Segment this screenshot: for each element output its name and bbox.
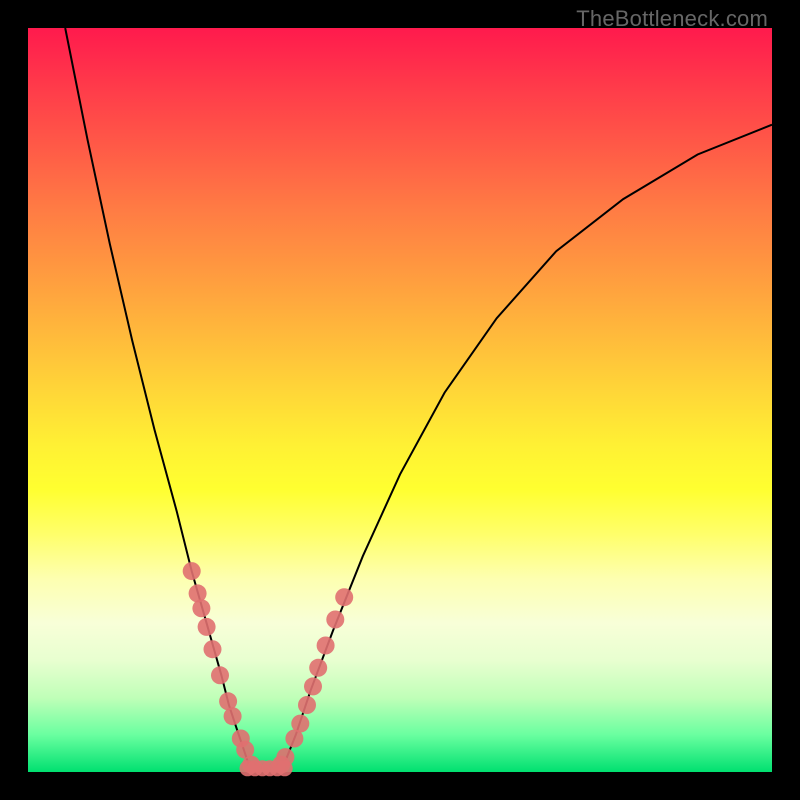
marker-dot: [309, 659, 327, 677]
marker-dot: [183, 562, 201, 580]
chart-frame: TheBottleneck.com: [0, 0, 800, 800]
markers-left-group: [183, 562, 261, 774]
marker-dot: [298, 696, 316, 714]
marker-dot: [317, 637, 335, 655]
curve-layer: [28, 28, 772, 772]
marker-dot: [291, 715, 309, 733]
marker-dot: [204, 640, 222, 658]
marker-dot: [326, 611, 344, 629]
marker-dot: [277, 760, 293, 776]
curve-right: [281, 125, 772, 772]
marker-dot: [211, 666, 229, 684]
marker-dot: [335, 588, 353, 606]
markers-bottom-group: [240, 760, 293, 776]
curve-left: [65, 28, 251, 772]
marker-dot: [192, 599, 210, 617]
markers-right-group: [272, 588, 353, 773]
marker-dot: [198, 618, 216, 636]
marker-dot: [224, 707, 242, 725]
marker-dot: [304, 677, 322, 695]
